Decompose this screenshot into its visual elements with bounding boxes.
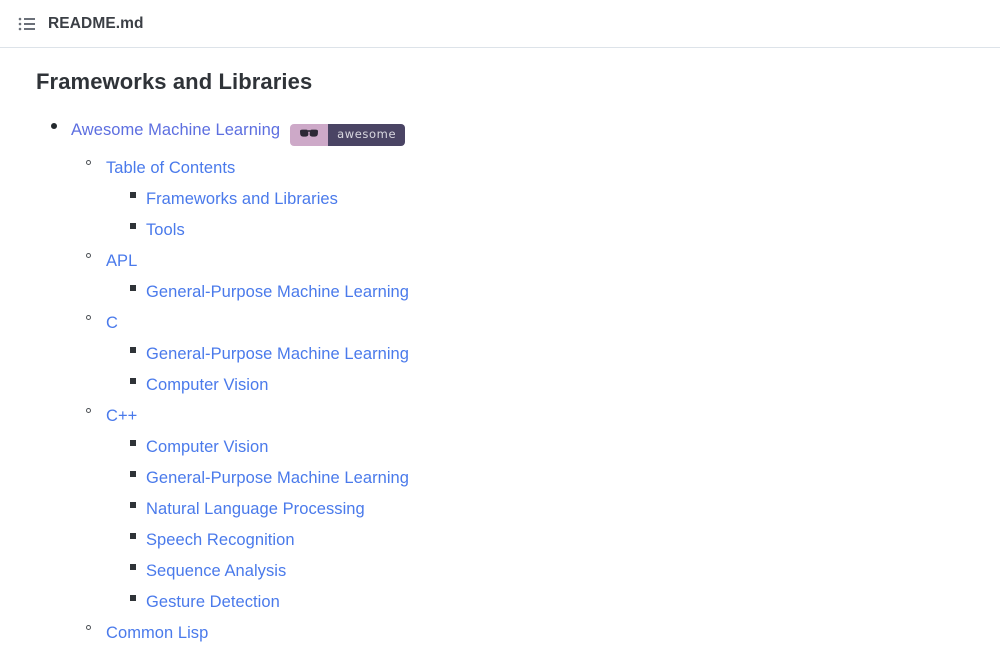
link-section-c[interactable]: C xyxy=(106,314,118,332)
item-row: General-Purpose Machine Learning xyxy=(130,277,964,308)
list-item: Computer Vision xyxy=(130,432,964,463)
awesome-badge-label: awesome xyxy=(328,123,406,146)
link-frameworks-and-libraries[interactable]: Frameworks and Libraries xyxy=(146,190,338,208)
item-row: Sequence Analysis xyxy=(130,556,964,587)
section-row: Table of Contents xyxy=(86,153,964,184)
section-row: C++ xyxy=(86,401,964,432)
link-computer-vision[interactable]: Computer Vision xyxy=(146,376,268,394)
outline-list-level-3: Computer Vision General-Purpose Machine … xyxy=(106,432,964,618)
link-section-apl[interactable]: APL xyxy=(106,252,137,270)
link-sequence-analysis[interactable]: Sequence Analysis xyxy=(146,562,286,580)
item-row: General-Purpose Machine Learning xyxy=(130,339,964,370)
outline-list-level-1: Awesome Machine Learning awesome Table of… xyxy=(36,115,964,650)
page-title: Frameworks and Libraries xyxy=(36,69,313,94)
document-header-bar: README.md xyxy=(0,0,1000,48)
outline-list-level-2: Table of Contents Frameworks and Librari… xyxy=(71,153,964,650)
section-row: C xyxy=(86,308,964,339)
item-row: Speech Recognition xyxy=(130,525,964,556)
sunglasses-icon xyxy=(290,123,329,146)
link-section-cpp[interactable]: C++ xyxy=(106,407,137,425)
awesome-badge[interactable]: awesome xyxy=(290,123,406,146)
item-row: Frameworks and Libraries xyxy=(130,184,964,215)
item-row: Gesture Detection xyxy=(130,587,964,618)
link-gesture-detection[interactable]: Gesture Detection xyxy=(146,593,280,611)
list-item: Natural Language Processing xyxy=(130,494,964,525)
link-awesome-machine-learning[interactable]: Awesome Machine Learning xyxy=(71,121,280,139)
document-content: Frameworks and Libraries Awesome Machine… xyxy=(0,48,1000,650)
section-apl: APL General-Purpose Machine Learning xyxy=(86,246,964,308)
section-c: C General-Purpose Machine Learning Compu… xyxy=(86,308,964,401)
item-row: Natural Language Processing xyxy=(130,494,964,525)
link-computer-vision[interactable]: Computer Vision xyxy=(146,438,268,456)
section-row: Common Lisp xyxy=(86,618,964,649)
list-item: Tools xyxy=(130,215,964,246)
outline-list-level-3: Frameworks and Libraries Tools xyxy=(106,184,964,246)
section-table-of-contents: Table of Contents Frameworks and Librari… xyxy=(86,153,964,246)
item-row: Computer Vision xyxy=(130,370,964,401)
link-tools[interactable]: Tools xyxy=(146,221,185,239)
link-section-table-of-contents[interactable]: Table of Contents xyxy=(106,159,235,177)
outline-list-level-3: General-Purpose Machine Learning Compute… xyxy=(106,339,964,401)
outline-list-level-3: General-Purpose Machine Learning xyxy=(106,277,964,308)
section-cpp: C++ Computer Vision General-Purpose Mach… xyxy=(86,401,964,618)
root-row: Awesome Machine Learning awesome xyxy=(71,115,964,153)
list-item: Frameworks and Libraries xyxy=(130,184,964,215)
list-unordered-icon[interactable] xyxy=(18,15,36,33)
list-item: Sequence Analysis xyxy=(130,556,964,587)
list-item: Gesture Detection xyxy=(130,587,964,618)
list-item: General-Purpose Machine Learning xyxy=(130,277,964,308)
file-name-label: README.md xyxy=(48,14,144,32)
section-row: APL xyxy=(86,246,964,277)
link-speech-recognition[interactable]: Speech Recognition xyxy=(146,531,295,549)
link-general-purpose-machine-learning[interactable]: General-Purpose Machine Learning xyxy=(146,283,409,301)
list-item-root: Awesome Machine Learning awesome Table of… xyxy=(36,115,964,650)
link-general-purpose-machine-learning[interactable]: General-Purpose Machine Learning xyxy=(146,469,409,487)
item-row: General-Purpose Machine Learning xyxy=(130,463,964,494)
list-item: Computer Vision xyxy=(130,370,964,401)
list-item: General-Purpose Machine Learning xyxy=(130,339,964,370)
list-item: General-Purpose Machine Learning xyxy=(130,463,964,494)
link-general-purpose-machine-learning[interactable]: General-Purpose Machine Learning xyxy=(146,345,409,363)
link-section-common-lisp[interactable]: Common Lisp xyxy=(106,624,208,642)
section-common-lisp: Common Lisp General-Purpose Machine Lear… xyxy=(86,618,964,650)
item-row: Computer Vision xyxy=(130,432,964,463)
link-natural-language-processing[interactable]: Natural Language Processing xyxy=(146,500,365,518)
item-row: Tools xyxy=(130,215,964,246)
list-item: Speech Recognition xyxy=(130,525,964,556)
